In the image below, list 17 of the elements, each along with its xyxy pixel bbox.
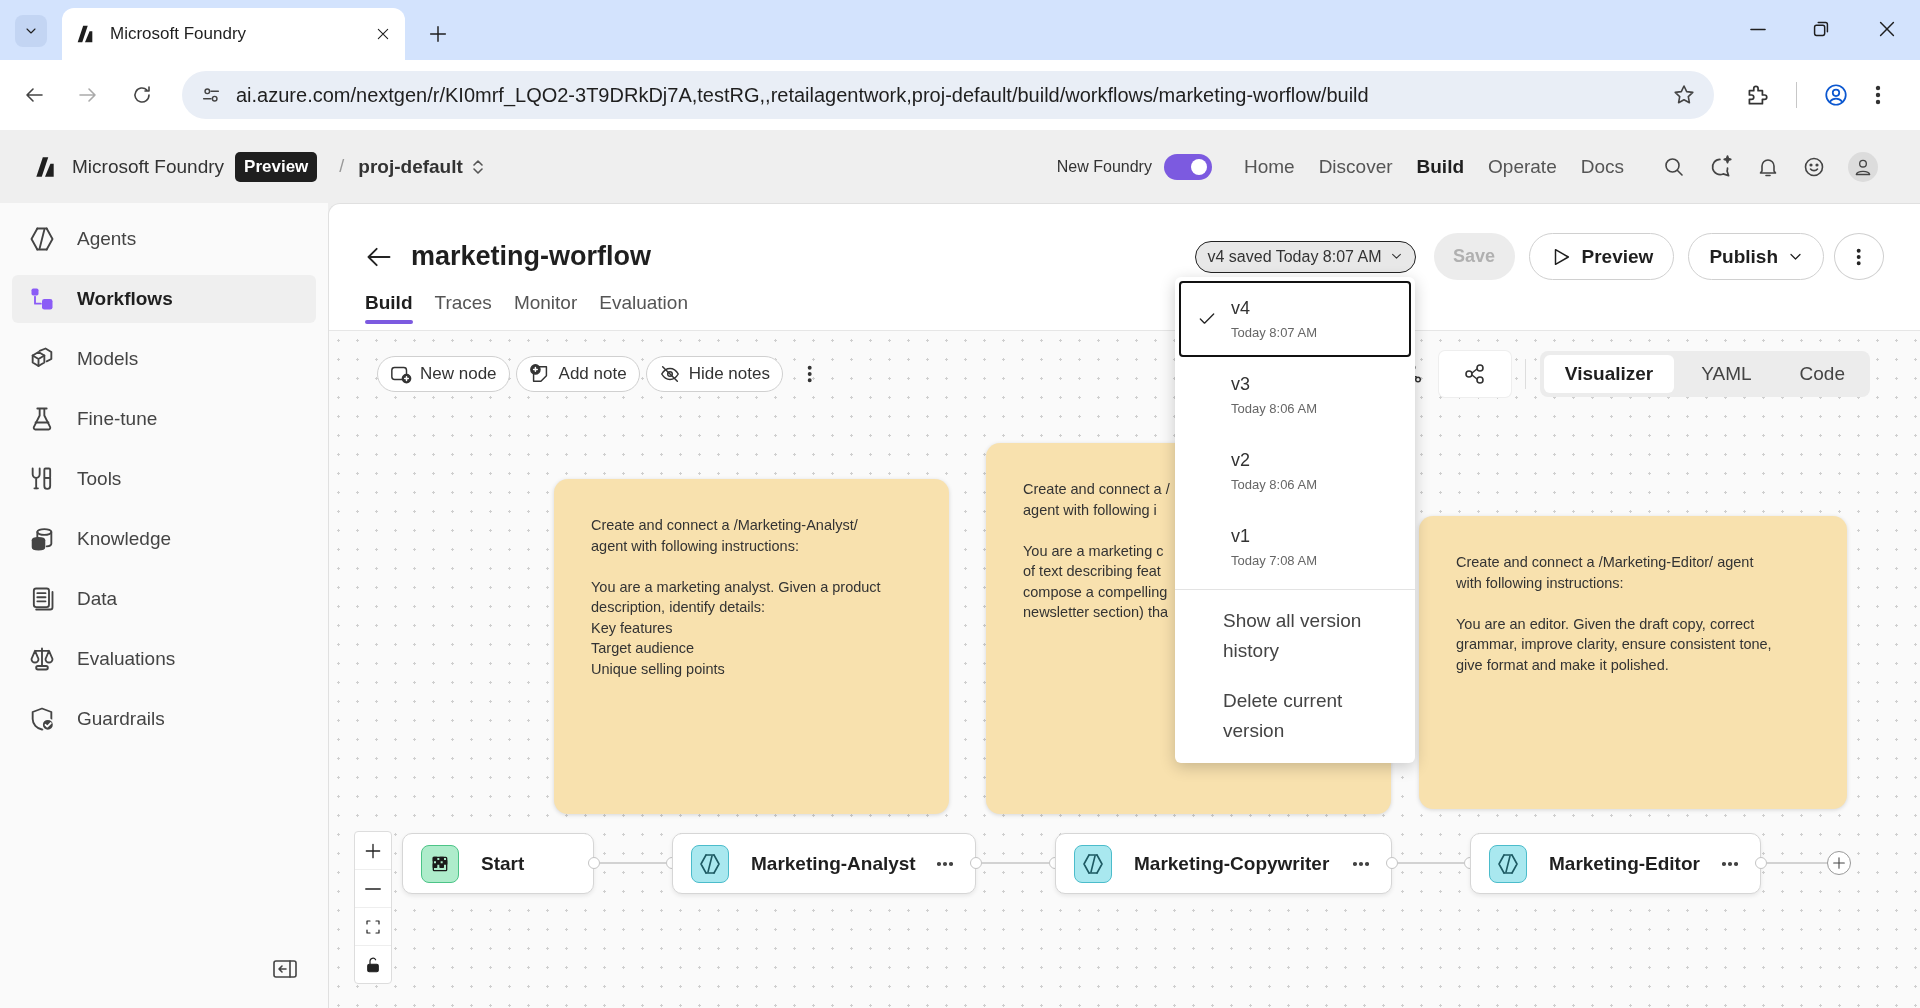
toggle-label: New Foundry bbox=[1056, 157, 1152, 176]
tab-title: Microsoft Foundry bbox=[110, 24, 248, 44]
version-time: Today 8:06 AM bbox=[1231, 401, 1317, 416]
version-label: v2 bbox=[1231, 450, 1251, 471]
preview-badge: Preview bbox=[235, 151, 318, 182]
note-text: Create and connect a /Marketing-Analyst/ agent with following instructions: You are a marketing analyst. Given a product description, identify details: Key features Target audience Unique selling points bbox=[591, 516, 881, 679]
note-text: Create and connect a /Marketing-Editor/ agent with following instructions: You are an editor. Given the draft copy, correct grammar, improve clarity, ensure consistent tone, give format and make it polished. bbox=[1456, 553, 1772, 675]
version-label: v4 bbox=[1231, 298, 1251, 319]
version-label: v3 bbox=[1231, 374, 1251, 395]
version-time: Today 8:06 AM bbox=[1231, 477, 1317, 492]
version-label: v1 bbox=[1231, 526, 1251, 547]
note-text: Create and connect a / agent with following i You are a marketing c of text describing feat compose a compelling newsletter section) tha bbox=[1023, 480, 1170, 622]
version-time: Today 8:07 AM bbox=[1231, 325, 1317, 340]
brand-name: Microsoft Foundry bbox=[72, 155, 225, 178]
version-time: Today 7:08 AM bbox=[1231, 553, 1317, 568]
breadcrumb-separator: / bbox=[339, 156, 345, 177]
workflow-title: marketing-worflow bbox=[411, 241, 652, 272]
